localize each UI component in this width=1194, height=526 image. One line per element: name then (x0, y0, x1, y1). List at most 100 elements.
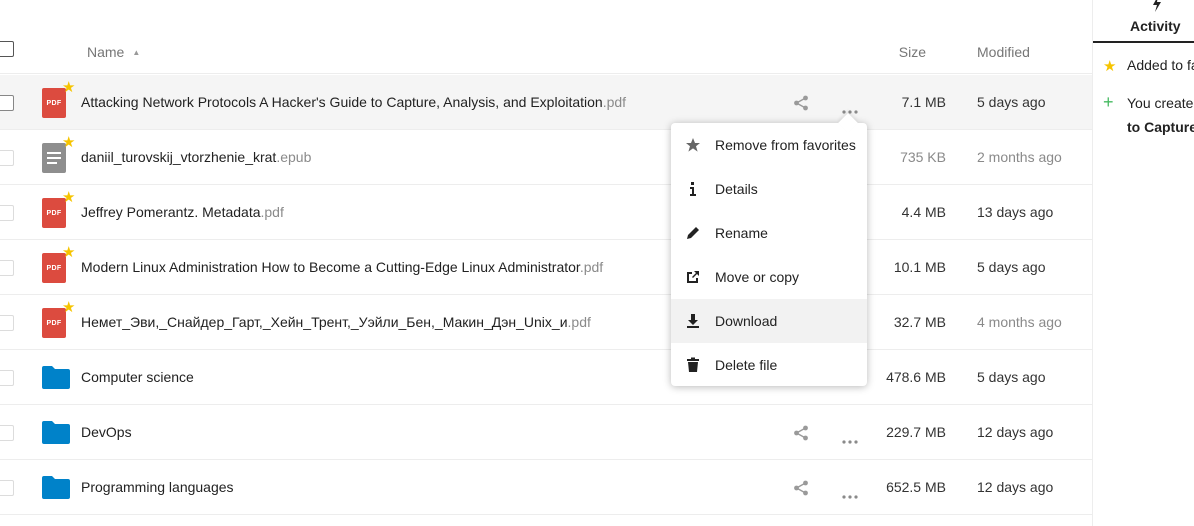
file-size: 229.7 MB (886, 424, 946, 440)
external-link-icon (685, 269, 701, 285)
sort-ascending-icon: ▲ (132, 48, 141, 57)
file-size: 652.5 MB (886, 479, 946, 495)
file-extension: .pdf (567, 314, 591, 330)
file-row[interactable]: ★ daniil_turovskij_vtorzhenie_krat.epub 73… (0, 130, 1092, 185)
file-name[interactable]: Modern Linux Administration How to Becom… (81, 259, 603, 275)
favorite-star-icon: ★ (62, 134, 76, 151)
plus-icon: + (1103, 92, 1114, 112)
file-size: 478.6 MB (886, 369, 946, 385)
file-row[interactable]: PDF ★ Attacking Network Protocols A Hacker… (0, 75, 1092, 130)
file-modified: 5 days ago (977, 94, 1046, 110)
file-extension: .pdf (579, 259, 604, 275)
file-name-base: Computer science (81, 369, 194, 385)
favorite-star-icon: ★ (62, 79, 76, 96)
file-modified: 2 months ago (977, 149, 1062, 165)
row-checkbox[interactable] (0, 370, 14, 386)
file-modified: 5 days ago (977, 259, 1046, 275)
file-extension: .pdf (260, 204, 284, 220)
file-row[interactable]: Programming languages 652.5 MB 12 days ago (0, 460, 1092, 515)
file-name[interactable]: Немет_Эви,_Снайдер_Гарт,_Хейн_Трент,_Уэй… (81, 314, 591, 330)
row-checkbox[interactable] (0, 260, 14, 276)
share-icon[interactable] (793, 480, 809, 496)
menu-item-delete-file[interactable]: Delete file (671, 343, 867, 387)
tab-activity[interactable]: Activity (1093, 0, 1194, 43)
share-icon[interactable] (793, 95, 809, 111)
menu-item-remove-from-favorites[interactable]: Remove from favorites (671, 123, 867, 167)
file-size: 10.1 MB (893, 259, 946, 275)
more-actions-icon[interactable] (842, 101, 858, 114)
menu-item-details[interactable]: Details (671, 167, 867, 211)
activity-text: Added to fa (1127, 57, 1194, 73)
menu-item-label: Move or copy (715, 269, 800, 285)
share-icon[interactable] (793, 425, 809, 441)
file-modified: 12 days ago (977, 479, 1054, 495)
sort-by-modified-header[interactable]: Modified (977, 44, 1030, 60)
file-name-base: DevOps (81, 424, 132, 440)
row-checkbox[interactable] (0, 425, 14, 441)
row-checkbox[interactable] (0, 480, 14, 496)
star-icon: ★ (1103, 58, 1117, 75)
menu-item-download[interactable]: Download (671, 299, 867, 343)
file-modified: 4 months ago (977, 314, 1062, 330)
file-name-base: Modern Linux Administration How to Becom… (81, 259, 580, 275)
folder-icon (42, 475, 70, 499)
menu-item-label: Details (715, 181, 758, 197)
sort-by-name-header[interactable]: Name ▲ (87, 44, 140, 60)
activity-text: You created (1127, 95, 1194, 111)
trash-icon (685, 357, 701, 373)
file-actions-menu: Remove from favorites Details Rename Move o… (671, 113, 867, 387)
file-name-base: Attacking Network Protocols A Hacker's G… (81, 94, 603, 110)
menu-item-label: Delete file (715, 357, 778, 373)
right-sidebar: Activity ★ Added to fa + You created to Capt… (1092, 0, 1194, 526)
menu-item-rename[interactable]: Rename (671, 211, 867, 255)
file-extension: .pdf (602, 94, 627, 110)
star-icon (685, 137, 701, 153)
name-header-label: Name (87, 44, 125, 60)
file-name-base: Programming languages (81, 479, 234, 495)
more-actions-icon[interactable] (842, 431, 858, 444)
info-icon (685, 181, 701, 197)
row-checkbox[interactable] (0, 95, 14, 111)
favorite-star-icon: ★ (62, 189, 76, 206)
download-icon (685, 313, 701, 329)
file-name[interactable]: DevOps (81, 424, 132, 440)
file-name[interactable]: daniil_turovskij_vtorzhenie_krat.epub (81, 149, 311, 165)
file-name[interactable]: Computer science (81, 369, 194, 385)
menu-item-label: Download (715, 313, 778, 329)
file-row[interactable]: PDF ★ Jeffrey Pomerantz. Metadata.pdf 4.4 M… (0, 185, 1092, 240)
more-actions-icon[interactable] (842, 486, 858, 499)
activity-file-name[interactable]: to Capture (1127, 119, 1194, 135)
file-list-header: Name ▲ Size Modified (0, 30, 1092, 74)
menu-item-label: Remove from favorites (715, 137, 856, 153)
select-all-checkbox[interactable] (0, 41, 14, 57)
menu-item-label: Rename (715, 225, 768, 241)
file-size: 32.7 MB (893, 314, 946, 330)
menu-item-move-or-copy[interactable]: Move or copy (671, 255, 867, 299)
file-name[interactable]: Jeffrey Pomerantz. Metadata.pdf (81, 204, 284, 220)
file-modified: 5 days ago (977, 369, 1046, 385)
file-name-base: daniil_turovskij_vtorzhenie_krat (81, 149, 277, 165)
file-row[interactable]: Computer science 478.6 MB 5 days ago (0, 350, 1092, 405)
favorite-star-icon: ★ (62, 244, 76, 261)
file-name[interactable]: Programming languages (81, 479, 234, 495)
file-name-base: Jeffrey Pomerantz. Metadata (81, 204, 261, 220)
file-size: 4.4 MB (901, 204, 946, 220)
sort-by-size-header[interactable]: Size (899, 44, 926, 60)
pencil-icon (685, 225, 701, 241)
file-row[interactable]: PDF ★ Немет_Эви,_Снайдер_Гарт,_Хейн_Трент,… (0, 295, 1092, 350)
row-checkbox[interactable] (0, 315, 14, 331)
file-row[interactable]: PDF ★ Modern Linux Administration How to B… (0, 240, 1092, 295)
file-name[interactable]: Attacking Network Protocols A Hacker's G… (81, 94, 626, 110)
folder-icon (42, 365, 70, 389)
file-size: 7.1 MB (901, 94, 946, 110)
file-name-base: Немет_Эви,_Снайдер_Гарт,_Хейн_Трент,_Уэй… (81, 314, 568, 330)
lightning-icon (1153, 0, 1161, 12)
folder-icon (42, 420, 70, 444)
row-checkbox[interactable] (0, 205, 14, 221)
file-row[interactable]: DevOps 229.7 MB 12 days ago (0, 405, 1092, 460)
row-checkbox[interactable] (0, 150, 14, 166)
file-modified: 13 days ago (977, 204, 1054, 220)
tab-activity-label: Activity (1130, 18, 1181, 34)
file-extension: .epub (276, 149, 312, 165)
file-size: 735 KB (900, 149, 946, 165)
